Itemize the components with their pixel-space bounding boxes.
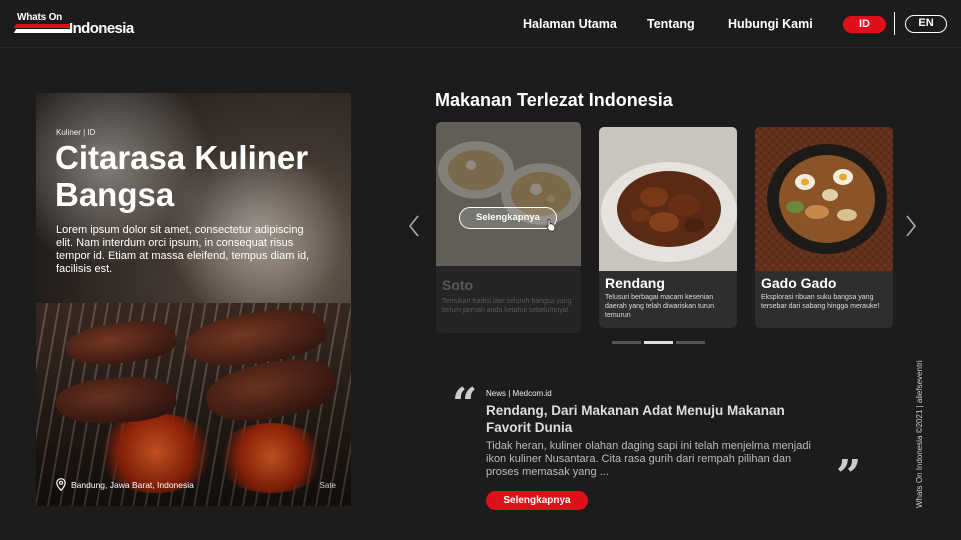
card-name: Gado Gado xyxy=(761,275,837,291)
hero-card[interactable]: Kuliner | ID Citarasa Kuliner Bangsa Lor… xyxy=(36,93,351,506)
lang-en-button[interactable]: EN xyxy=(905,15,947,33)
card-description: Eksplorasi ribuan suku bangsa yang terse… xyxy=(761,294,880,310)
carousel-dot[interactable] xyxy=(676,341,705,344)
hero-location: Bandung, Jawa Barat, Indonesia xyxy=(56,478,194,491)
card-description: Temukan tradisi dari seluruh bangsa yang… xyxy=(442,298,572,314)
chevron-right-icon[interactable] xyxy=(904,214,918,238)
card-name: Rendang xyxy=(605,275,665,291)
food-card-gado-gado[interactable]: Gado Gado Eksplorasi ribuan suku bangsa … xyxy=(755,127,893,328)
carousel-dot[interactable] xyxy=(612,341,641,344)
news-category: News | Medcom.id xyxy=(486,389,552,398)
nav-link-home[interactable]: Halaman Utama xyxy=(523,17,617,31)
lang-id-button[interactable]: ID xyxy=(843,16,886,33)
logo-top-text: Whats On xyxy=(17,12,63,23)
lang-divider xyxy=(894,12,895,35)
nav-link-contact[interactable]: Hubungi Kami xyxy=(728,17,813,31)
news-excerpt: Tidak heran, kuliner olahan daging sapi … xyxy=(486,440,811,478)
open-quote-icon: “ xyxy=(452,379,478,430)
copyright-credit: Whats On Indonesia ©2021 | aliefseventri xyxy=(915,360,924,508)
hero-title: Citarasa Kuliner Bangsa xyxy=(55,139,309,213)
hero-location-text: Bandung, Jawa Barat, Indonesia xyxy=(71,479,194,490)
section-title: Makanan Terlezat Indonesia xyxy=(435,90,673,110)
logo[interactable]: Whats On Indonesia xyxy=(13,12,140,38)
close-quote-icon: ” xyxy=(836,451,862,502)
card-details-button[interactable]: Selengkapnya xyxy=(459,207,557,229)
chevron-left-icon[interactable] xyxy=(407,214,421,238)
news-read-more-button[interactable]: Selengkapnya xyxy=(486,491,588,510)
logo-red-stripe xyxy=(13,24,73,28)
hero-category: Kuliner | ID xyxy=(56,128,96,137)
hand-cursor-icon xyxy=(546,219,556,232)
carousel-indicators xyxy=(612,341,705,344)
card-description: Telusuri berbagai macam kesenian daerah … xyxy=(605,294,714,319)
hero-description: Lorem ipsum dolor sit amet, consectetur … xyxy=(56,224,310,275)
top-navbar: Whats On Indonesia Halaman Utama Tentang… xyxy=(0,0,961,48)
gado-gado-image xyxy=(755,127,893,271)
food-card-rendang[interactable]: Rendang Telusuri berbagai macam kesenian… xyxy=(599,127,737,328)
rendang-image xyxy=(599,127,737,271)
logo-white-stripe xyxy=(13,29,73,33)
logo-main-text: Indonesia xyxy=(69,20,134,37)
carousel-dot-active[interactable] xyxy=(644,341,673,344)
nav-link-about[interactable]: Tentang xyxy=(647,17,695,31)
soto-image xyxy=(436,122,581,266)
news-title[interactable]: Rendang, Dari Makanan Adat Menuju Makana… xyxy=(486,402,786,436)
location-pin-icon xyxy=(56,478,66,491)
card-name: Soto xyxy=(442,277,474,293)
hero-dish-tag: Sate xyxy=(319,481,336,490)
